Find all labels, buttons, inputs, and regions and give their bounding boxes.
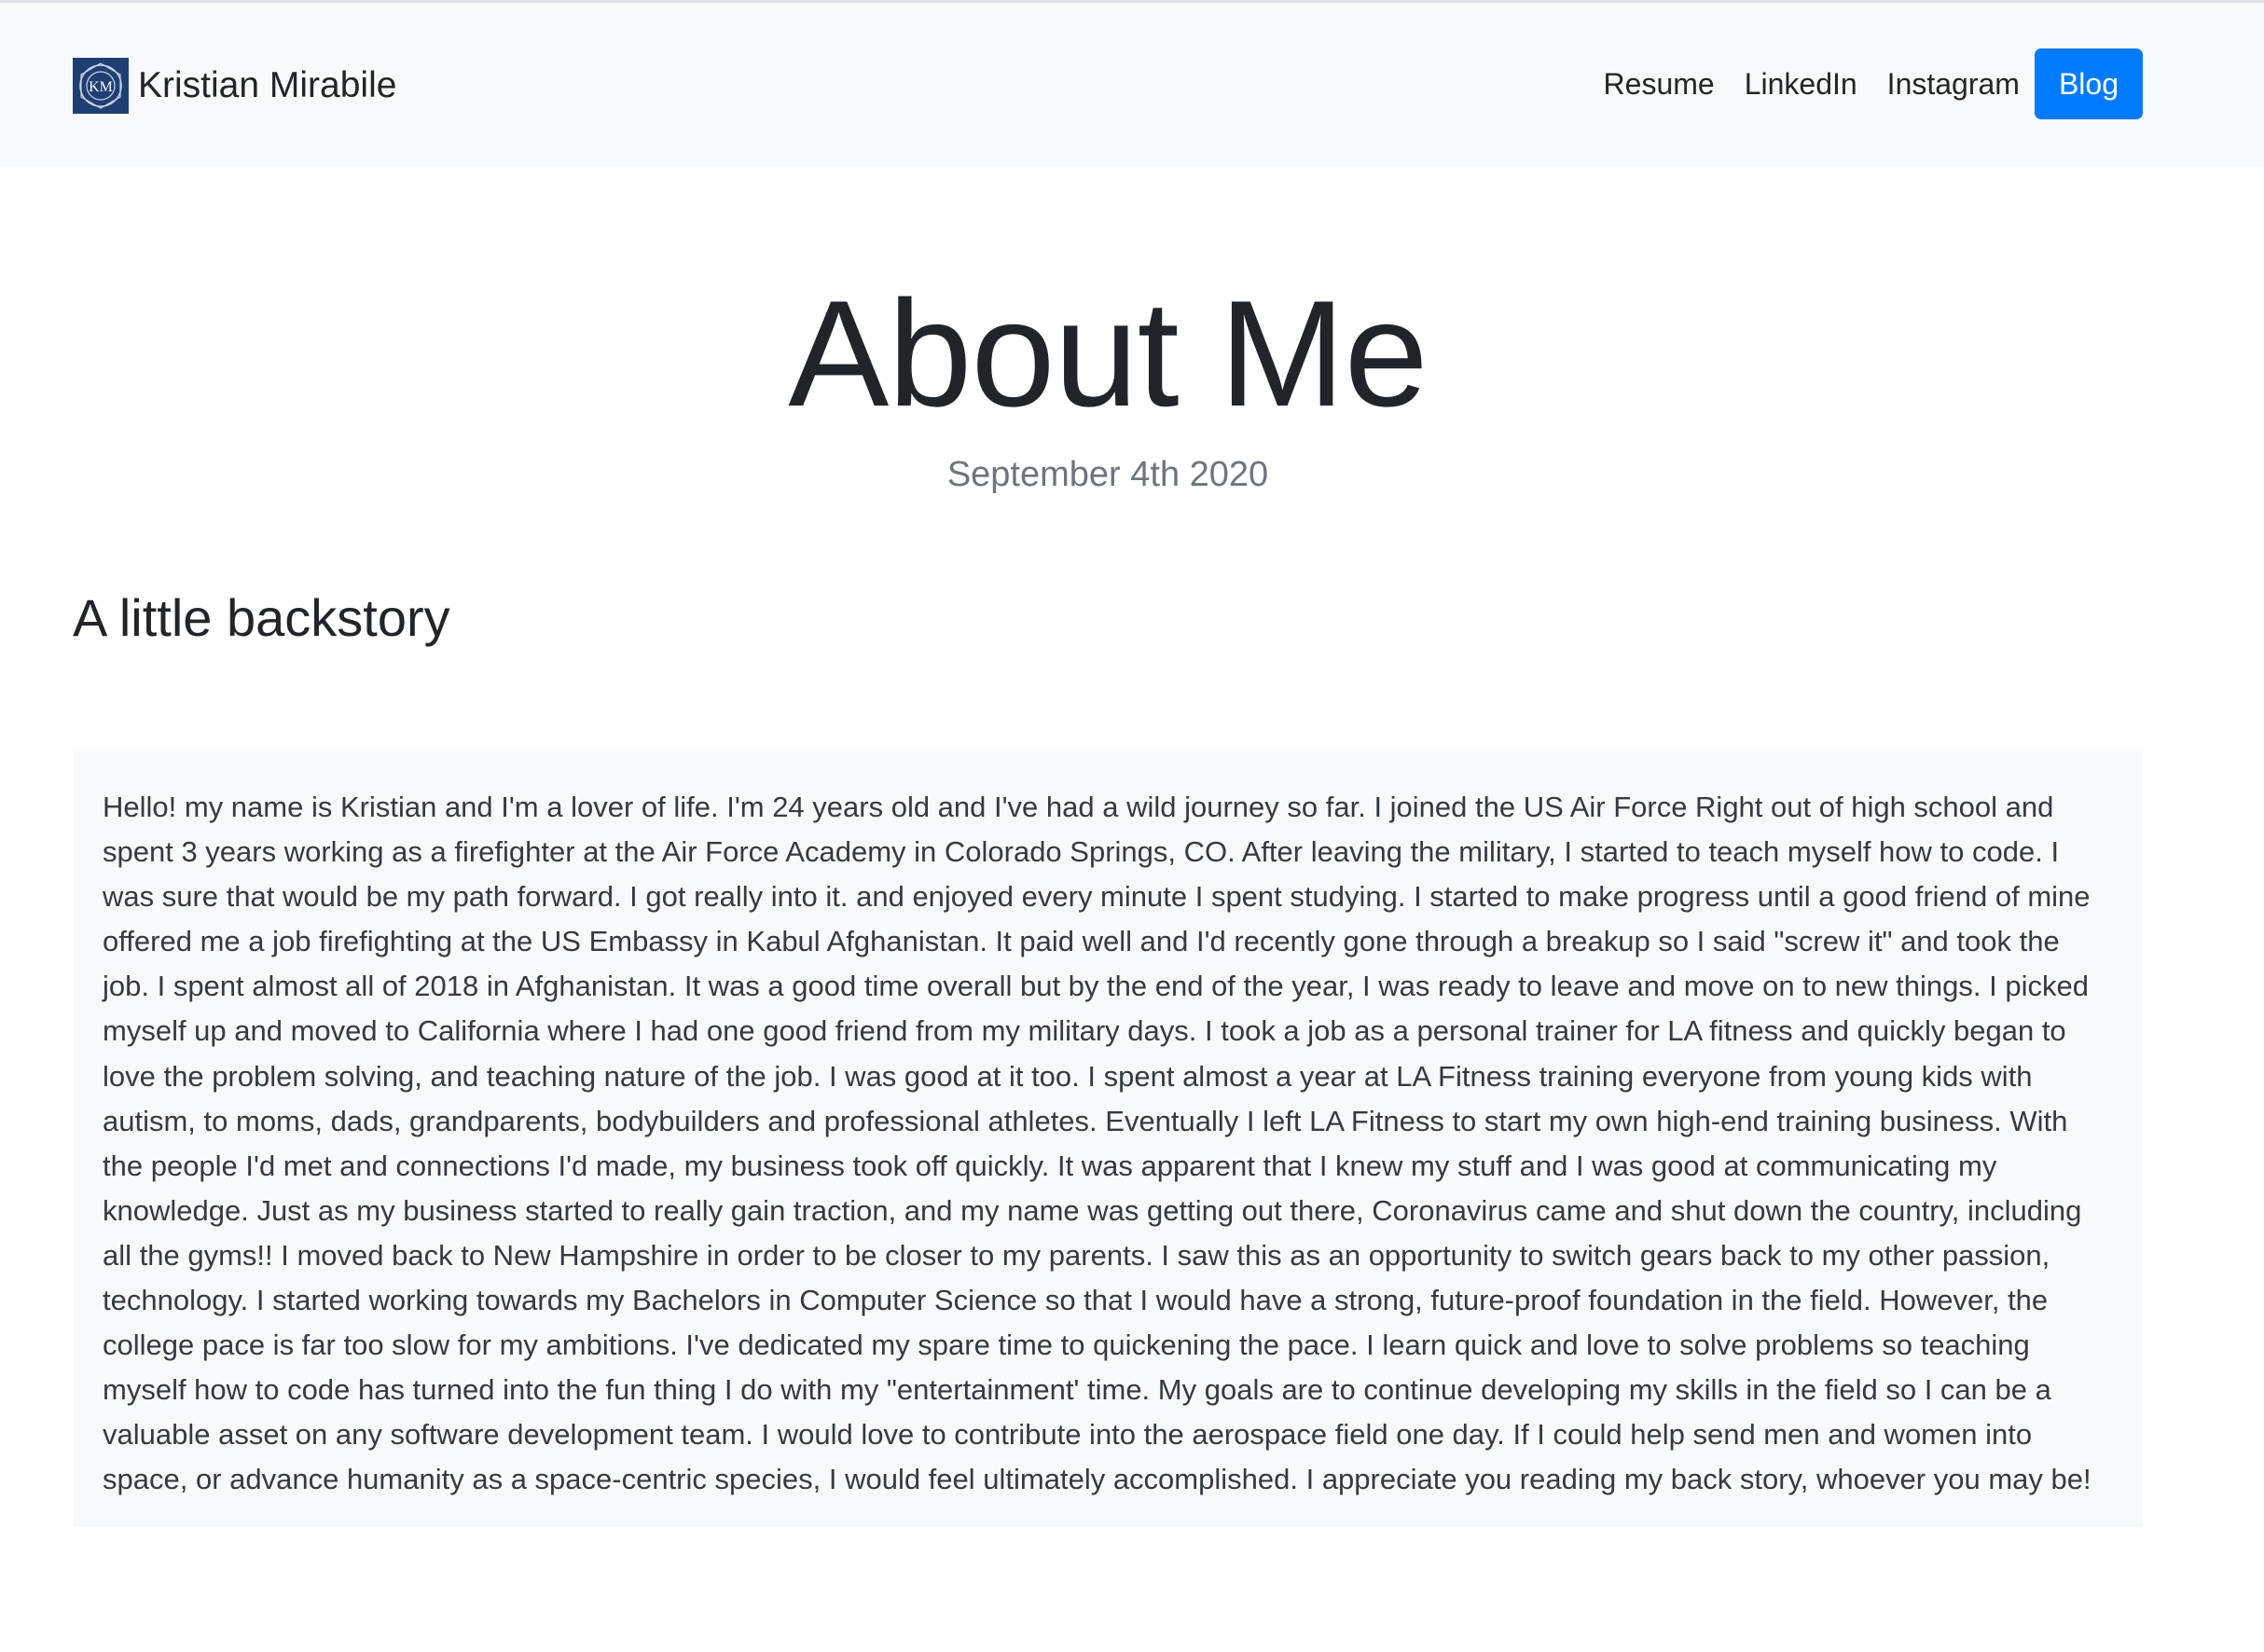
navbar: KM Kristian Mirabile Resume LinkedIn Ins… [0,3,2264,167]
story-text: Hello! my name is Kristian and I'm a lov… [103,791,2091,1496]
post-date: September 4th 2020 [946,455,1269,494]
page-title: About Me [788,269,1428,438]
blog-button[interactable]: Blog [2034,48,2143,119]
story-box: Hello! my name is Kristian and I'm a lov… [73,751,2143,1527]
brand-logo-icon: KM [73,58,129,114]
nav-links: Resume LinkedIn Instagram Blog [1589,48,2143,119]
nav-link-instagram[interactable]: Instagram [1872,48,2035,119]
section-heading: A little backstory [73,588,450,647]
nav-link-resume[interactable]: Resume [1589,48,1730,119]
nav-link-linkedin[interactable]: LinkedIn [1730,48,1872,119]
brand-link[interactable]: KM Kristian Mirabile [73,58,396,114]
brand-logo-text: KM [89,79,113,95]
brand-name: Kristian Mirabile [138,65,397,105]
